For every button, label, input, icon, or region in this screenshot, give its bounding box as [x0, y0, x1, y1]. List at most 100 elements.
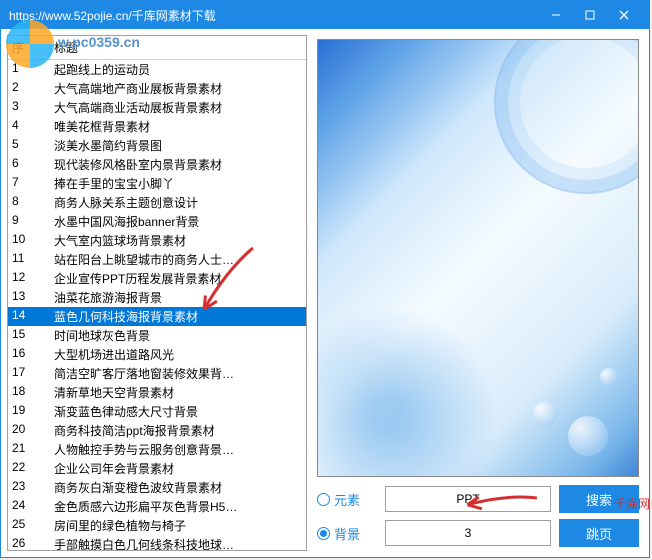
decoration — [533, 401, 558, 426]
row-index: 10 — [8, 231, 50, 250]
table-row[interactable]: 26手部触摸白色几何线条科技地球… — [8, 535, 306, 550]
row-title: 企业公司年会背景素材 — [50, 459, 306, 478]
side-label: 千库网 — [614, 495, 650, 512]
row-index: 7 — [8, 174, 50, 193]
row-index: 6 — [8, 155, 50, 174]
table-row[interactable]: 25房间里的绿色植物与椅子 — [8, 516, 306, 535]
row-index: 12 — [8, 269, 50, 288]
row-title: 起跑线上的运动员 — [50, 60, 306, 79]
row-title: 大气室内篮球场背景素材 — [50, 231, 306, 250]
row-title: 淡美水墨简约背景图 — [50, 136, 306, 155]
table-row[interactable]: 7捧在手里的宝宝小脚丫 — [8, 174, 306, 193]
row-index: 17 — [8, 364, 50, 383]
table-row[interactable]: 20商务科技简洁ppt海报背景素材 — [8, 421, 306, 440]
radio-background[interactable]: 背景 — [317, 524, 377, 543]
row-title: 唯美花框背景素材 — [50, 117, 306, 136]
table-row[interactable]: 18清新草地天空背景素材 — [8, 383, 306, 402]
maximize-button[interactable] — [573, 1, 607, 29]
right-panel: 元素 搜索 背景 跳页 — [313, 35, 643, 551]
row-title: 清新草地天空背景素材 — [50, 383, 306, 402]
row-index: 11 — [8, 250, 50, 269]
decoration — [568, 416, 608, 456]
row-index: 19 — [8, 402, 50, 421]
controls-grid: 元素 搜索 背景 跳页 — [317, 485, 639, 547]
table-row[interactable]: 1起跑线上的运动员 — [8, 60, 306, 79]
row-title: 人物触控手势与云服务创意背景… — [50, 440, 306, 459]
minimize-button[interactable] — [539, 1, 573, 29]
row-title: 大气高端地产商业展板背景素材 — [50, 79, 306, 98]
row-title: 大型机场进出道路风光 — [50, 345, 306, 364]
keyword-input[interactable] — [385, 486, 551, 512]
row-index: 1 — [8, 60, 50, 79]
table-body[interactable]: 1起跑线上的运动员2大气高端地产商业展板背景素材3大气高端商业活动展板背景素材4… — [8, 60, 306, 550]
title-bar: https://www.52pojie.cn/千库网素材下载 — [1, 1, 649, 29]
row-title: 金色质感六边形扁平灰色背景H5… — [50, 497, 306, 516]
row-index: 3 — [8, 98, 50, 117]
row-title: 大气高端商业活动展板背景素材 — [50, 98, 306, 117]
row-title: 捧在手里的宝宝小脚丫 — [50, 174, 306, 193]
row-index: 13 — [8, 288, 50, 307]
window-title: https://www.52pojie.cn/千库网素材下载 — [9, 7, 539, 24]
header-index: 序 — [8, 36, 50, 59]
table-header: 序 标题 — [8, 36, 306, 60]
jump-button[interactable]: 跳页 — [559, 519, 639, 547]
row-index: 18 — [8, 383, 50, 402]
row-title: 蓝色几何科技海报背景素材 — [50, 307, 306, 326]
table-row[interactable]: 14蓝色几何科技海报背景素材 — [8, 307, 306, 326]
row-index: 5 — [8, 136, 50, 155]
page-input[interactable] — [385, 520, 551, 546]
row-index: 26 — [8, 535, 50, 550]
table-row[interactable]: 10大气室内篮球场背景素材 — [8, 231, 306, 250]
table-row[interactable]: 16大型机场进出道路风光 — [8, 345, 306, 364]
row-title: 商务人脉关系主题创意设计 — [50, 193, 306, 212]
table-row[interactable]: 2大气高端地产商业展板背景素材 — [8, 79, 306, 98]
app-window: https://www.52pojie.cn/千库网素材下载 序 标题 1起跑线… — [0, 0, 650, 558]
table-row[interactable]: 6现代装修风格卧室内景背景素材 — [8, 155, 306, 174]
row-index: 8 — [8, 193, 50, 212]
table-row[interactable]: 23商务灰白渐变橙色波纹背景素材 — [8, 478, 306, 497]
table-row[interactable]: 21人物触控手势与云服务创意背景… — [8, 440, 306, 459]
table-row[interactable]: 4唯美花框背景素材 — [8, 117, 306, 136]
row-title: 时间地球灰色背景 — [50, 326, 306, 345]
decoration — [600, 368, 618, 386]
table-row[interactable]: 12企业宣传PPT历程发展背景素材 — [8, 269, 306, 288]
row-title: 房间里的绿色植物与椅子 — [50, 516, 306, 535]
row-index: 15 — [8, 326, 50, 345]
row-index: 9 — [8, 212, 50, 231]
row-index: 2 — [8, 79, 50, 98]
table-row[interactable]: 15时间地球灰色背景 — [8, 326, 306, 345]
row-index: 22 — [8, 459, 50, 478]
table-row[interactable]: 3大气高端商业活动展板背景素材 — [8, 98, 306, 117]
radio-background-label: 背景 — [334, 524, 360, 543]
row-title: 油菜花旅游海报背景 — [50, 288, 306, 307]
radio-element[interactable]: 元素 — [317, 490, 377, 509]
table-row[interactable]: 5淡美水墨简约背景图 — [8, 136, 306, 155]
row-title: 现代装修风格卧室内景背景素材 — [50, 155, 306, 174]
close-button[interactable] — [607, 1, 641, 29]
row-index: 23 — [8, 478, 50, 497]
row-title: 手部触摸白色几何线条科技地球… — [50, 535, 306, 550]
table-row[interactable]: 24金色质感六边形扁平灰色背景H5… — [8, 497, 306, 516]
content-area: 序 标题 1起跑线上的运动员2大气高端地产商业展板背景素材3大气高端商业活动展板… — [1, 29, 649, 557]
row-title: 简洁空旷客厅落地窗装修效果背… — [50, 364, 306, 383]
table-row[interactable]: 19渐变蓝色律动感大尺寸背景 — [8, 402, 306, 421]
row-index: 24 — [8, 497, 50, 516]
row-title: 商务灰白渐变橙色波纹背景素材 — [50, 478, 306, 497]
table-row[interactable]: 22企业公司年会背景素材 — [8, 459, 306, 478]
table-row[interactable]: 8商务人脉关系主题创意设计 — [8, 193, 306, 212]
header-title: 标题 — [50, 36, 306, 59]
table-row[interactable]: 13油菜花旅游海报背景 — [8, 288, 306, 307]
table-row[interactable]: 17简洁空旷客厅落地窗装修效果背… — [8, 364, 306, 383]
row-title: 站在阳台上眺望城市的商务人士… — [50, 250, 306, 269]
row-title: 水墨中国风海报banner背景 — [50, 212, 306, 231]
row-title: 渐变蓝色律动感大尺寸背景 — [50, 402, 306, 421]
results-panel: 序 标题 1起跑线上的运动员2大气高端地产商业展板背景素材3大气高端商业活动展板… — [7, 35, 307, 551]
row-index: 4 — [8, 117, 50, 136]
table-row[interactable]: 9水墨中国风海报banner背景 — [8, 212, 306, 231]
preview-image — [317, 39, 639, 477]
row-index: 14 — [8, 307, 50, 326]
table-row[interactable]: 11站在阳台上眺望城市的商务人士… — [8, 250, 306, 269]
radio-element-label: 元素 — [334, 490, 360, 509]
row-index: 21 — [8, 440, 50, 459]
row-index: 16 — [8, 345, 50, 364]
